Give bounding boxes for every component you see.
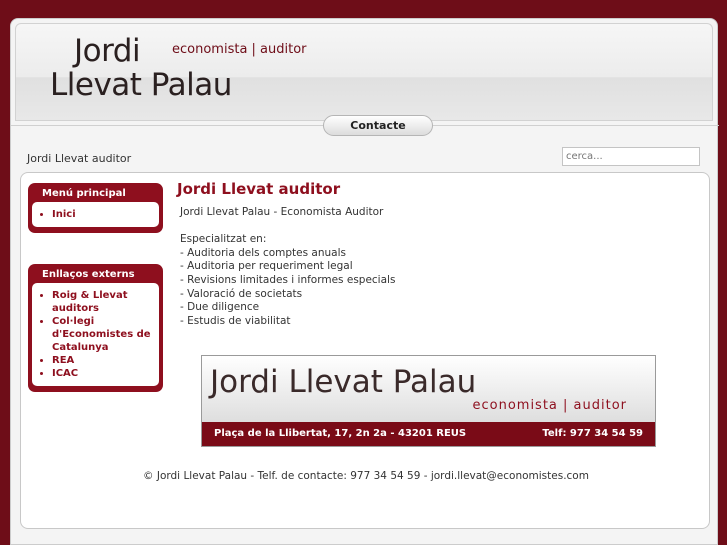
- article: Jordi Llevat auditor Jordi Llevat Palau …: [177, 180, 697, 328]
- link-label: REA: [52, 355, 75, 366]
- main-menu-box: Inici: [32, 202, 159, 227]
- search-input[interactable]: [562, 147, 700, 166]
- tab-contact[interactable]: Contacte: [323, 115, 433, 136]
- content-area: Menú principal Inici Enllaços externs Ro…: [20, 172, 710, 529]
- banner-subtitle: economista | auditor: [472, 398, 627, 413]
- link-label: ICAC: [52, 368, 79, 379]
- page-container: Jordi Llevat Palau economista | auditor …: [10, 18, 719, 545]
- article-intro: Jordi Llevat Palau - Economista Auditor: [180, 206, 384, 218]
- link-label: Roig & Llevat auditors: [52, 290, 128, 314]
- external-links-title: Enllaços externs: [42, 269, 135, 280]
- main-menu-list: Inici: [52, 208, 155, 221]
- article-title: Jordi Llevat auditor: [177, 180, 341, 198]
- banner-bottom: Plaça de la Llibertat, 17, 2n 2a - 43201…: [202, 422, 655, 446]
- banner-phone: Telf: 977 34 54 59: [542, 428, 643, 439]
- site-tagline: economista | auditor: [172, 42, 307, 57]
- logo-line2: Llevat Palau: [50, 67, 232, 103]
- main-menu-module: Menú principal Inici: [28, 183, 163, 233]
- external-links-module: Enllaços externs Roig & Llevat auditors …: [28, 264, 163, 392]
- service-item: - Due diligence: [180, 301, 260, 314]
- article-specialized: Especialitzat en:: [180, 233, 267, 246]
- banner-address: Plaça de la Llibertat, 17, 2n 2a - 43201…: [214, 428, 467, 439]
- service-item: - Estudis de viabilitat: [180, 314, 291, 327]
- menu-item-inici[interactable]: Inici: [52, 208, 155, 221]
- service-item: - Auditoria per requeriment legal: [180, 260, 353, 273]
- menu-item-label: Inici: [52, 209, 76, 220]
- business-card-banner: Jordi Llevat Palau economista | auditor …: [201, 355, 656, 447]
- external-links-box: Roig & Llevat auditors Col·legi d'Econom…: [32, 283, 159, 386]
- link-roig-llevat[interactable]: Roig & Llevat auditors: [52, 289, 155, 315]
- link-label: Col·legi d'Economistes de Catalunya: [52, 316, 151, 353]
- service-item: - Auditoria dels comptes anuals: [180, 246, 346, 259]
- external-links-list: Roig & Llevat auditors Col·legi d'Econom…: [52, 289, 155, 380]
- main-menu-title: Menú principal: [42, 188, 126, 199]
- footer-text: © Jordi Llevat Palau - Telf. de contacte…: [143, 470, 589, 482]
- banner-top: Jordi Llevat Palau economista | auditor: [202, 356, 655, 422]
- service-item: - Revisions limitades i informes especia…: [180, 273, 396, 286]
- link-rea[interactable]: REA: [52, 354, 155, 367]
- link-collegi-economistes[interactable]: Col·legi d'Economistes de Catalunya: [52, 315, 155, 354]
- service-item: - Valoració de societats: [180, 287, 303, 300]
- link-icac[interactable]: ICAC: [52, 367, 155, 380]
- site-header: Jordi Llevat Palau economista | auditor: [15, 23, 713, 121]
- banner-name: Jordi Llevat Palau: [210, 364, 477, 400]
- breadcrumb: Jordi Llevat auditor: [27, 152, 132, 165]
